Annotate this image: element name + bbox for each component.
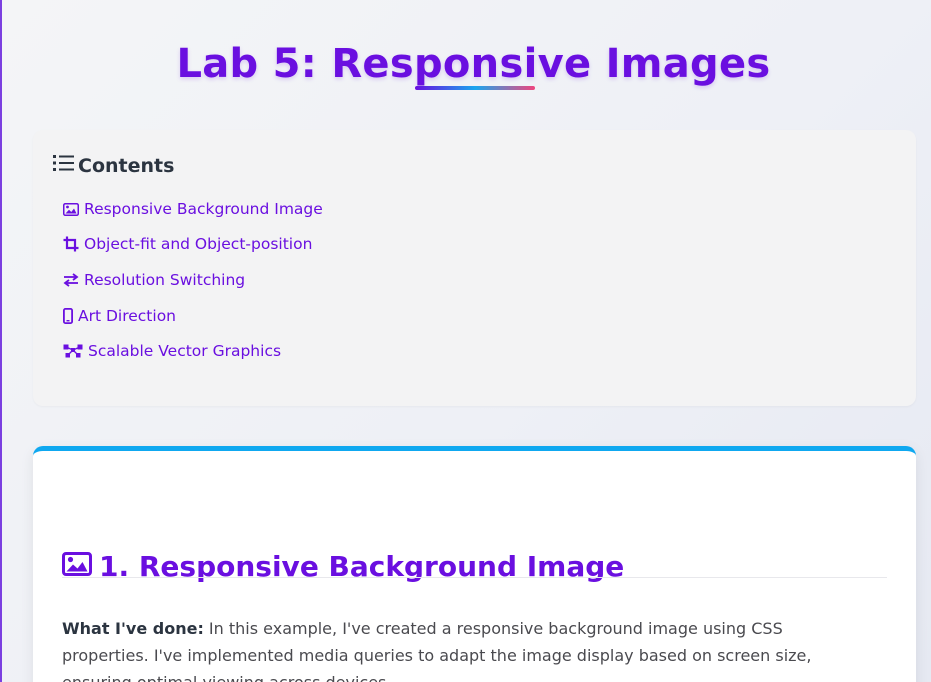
toc-link-label: Art Direction	[78, 307, 177, 325]
toc-link-label: Scalable Vector Graphics	[88, 342, 282, 360]
section-responsive-background-image: 1. Responsive Background Image What I've…	[33, 446, 916, 682]
section-divider	[62, 577, 887, 578]
title-underline	[415, 86, 535, 90]
toc-heading-label: Contents	[78, 154, 175, 177]
mobile-icon	[63, 308, 73, 324]
image-icon	[62, 550, 99, 583]
toc-heading: Contents	[53, 154, 174, 177]
toc-link-label: Responsive Background Image	[84, 200, 323, 218]
toc-link-resolution-switching[interactable]: Resolution Switching	[63, 271, 245, 289]
table-of-contents: Contents Responsive Background Image Obj…	[33, 130, 916, 406]
toc-link-object-fit[interactable]: Object-fit and Object-position	[63, 235, 312, 253]
intro-label: What I've done:	[62, 619, 204, 638]
toc-link-responsive-background-image[interactable]: Responsive Background Image	[63, 200, 323, 218]
toc-link-label: Resolution Switching	[84, 271, 246, 289]
list-icon	[53, 154, 78, 177]
image-icon	[63, 202, 79, 216]
toc-link-label: Object-fit and Object-position	[84, 235, 313, 253]
section-description: What I've done: In this example, I've cr…	[62, 615, 862, 682]
exchange-arrows-icon	[63, 273, 79, 287]
toc-link-art-direction[interactable]: Art Direction	[63, 307, 176, 325]
section-heading-label: 1. Responsive Background Image	[99, 550, 625, 584]
section-heading: 1. Responsive Background Image	[62, 550, 624, 583]
page-title: Lab 5: Responsive Images	[176, 40, 771, 87]
vector-square-icon	[63, 344, 83, 358]
crop-icon	[63, 236, 79, 252]
toc-link-scalable-vector-graphics[interactable]: Scalable Vector Graphics	[63, 342, 281, 360]
